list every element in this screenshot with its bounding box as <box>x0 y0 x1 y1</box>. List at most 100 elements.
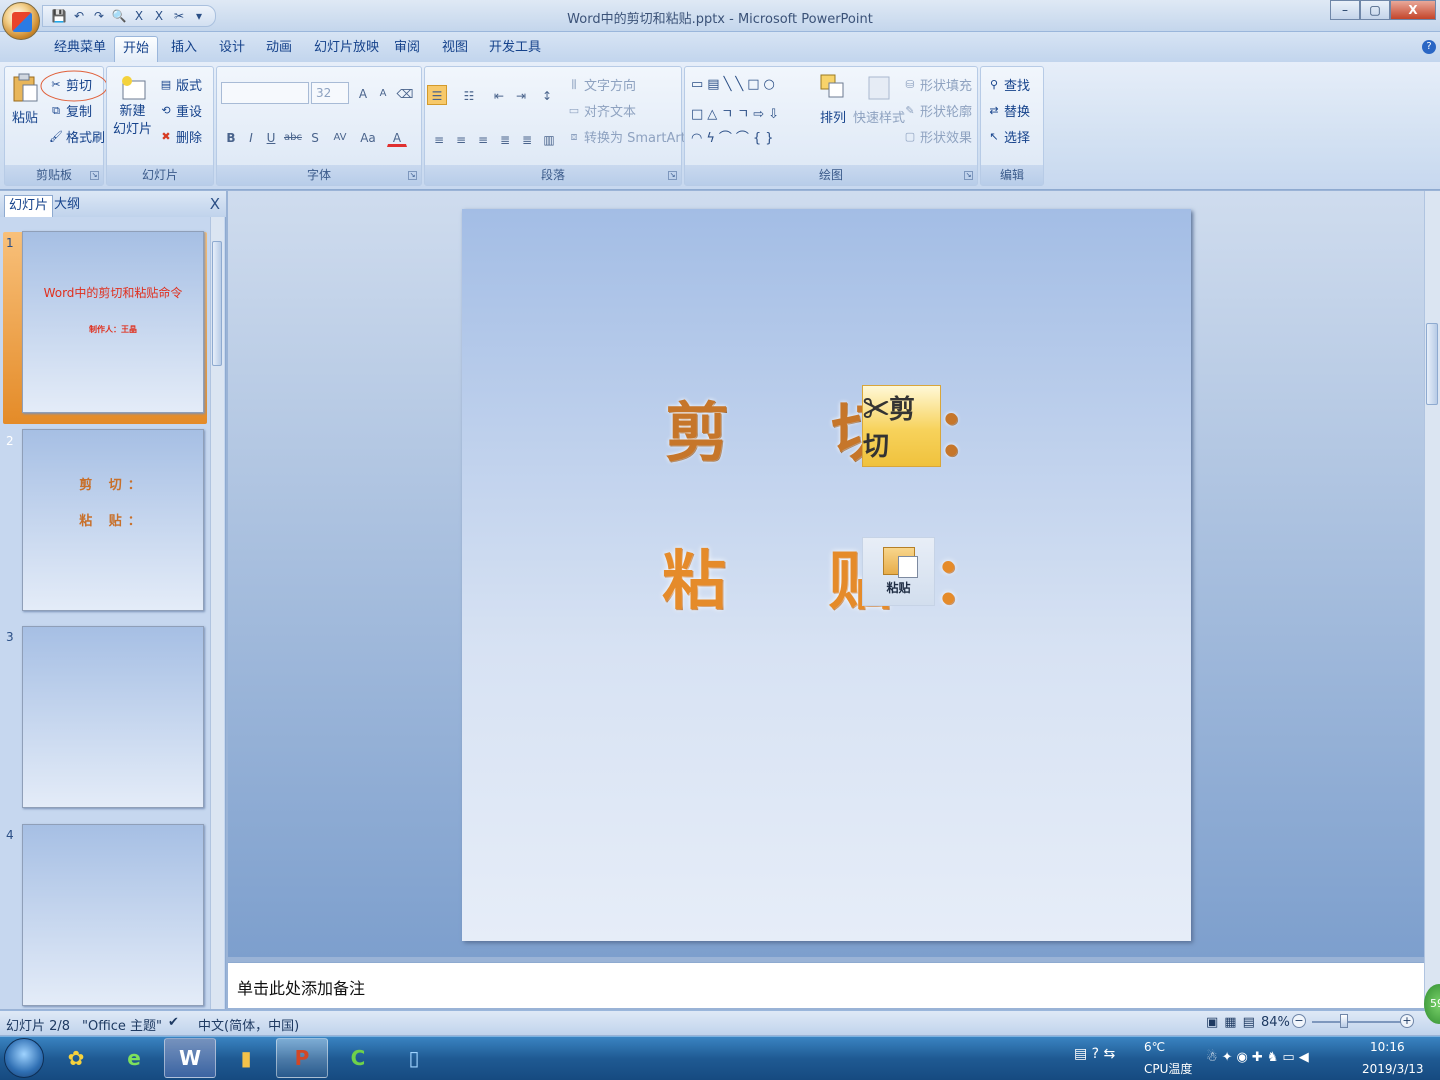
view-buttons-icon[interactable]: ▣▦▤ <box>1206 1015 1261 1030</box>
slide-thumbnail-4[interactable] <box>22 824 204 1006</box>
tab-classic-menu[interactable]: 经典菜单 <box>46 36 114 62</box>
taskbar-phone-icon[interactable]: ▯ <box>388 1038 440 1078</box>
tab-review[interactable]: 审阅 <box>386 36 428 62</box>
smartart-button[interactable]: ⧈ 转换为 SmartArt <box>567 127 686 147</box>
tab-outline[interactable]: 大纲 <box>50 195 84 217</box>
line-spacing-icon[interactable]: ↕ <box>537 85 557 105</box>
find-button[interactable]: ⚲ 查找 <box>987 75 1030 95</box>
shapes-row-2[interactable]: □△ㄱㄱ⇨⇩ <box>691 103 783 122</box>
cut-button-image[interactable]: ✂剪切 <box>862 385 941 467</box>
tab-slideshow[interactable]: 幻灯片放映 <box>306 36 387 62</box>
decrease-indent-icon[interactable]: ⇤ <box>489 85 509 105</box>
notes-pane[interactable]: 单击此处添加备注 <box>228 962 1424 1008</box>
font-color-button[interactable]: A <box>387 127 407 147</box>
shadow-button[interactable]: S <box>305 127 325 147</box>
tab-animation[interactable]: 动画 <box>258 36 300 62</box>
paste-button[interactable]: 粘贴 <box>11 73 39 126</box>
zoom-in-button[interactable]: + <box>1400 1014 1414 1028</box>
italic-button[interactable]: I <box>241 127 261 147</box>
font-launcher-icon[interactable]: ↘ <box>408 171 417 180</box>
clear-format-icon[interactable]: ⌫ <box>395 83 415 103</box>
char-spacing-button[interactable]: AV <box>327 127 353 147</box>
align-right-icon[interactable]: ≡ <box>473 129 493 149</box>
drawing-launcher-icon[interactable]: ↘ <box>964 171 973 180</box>
new-slide-button[interactable]: 新建 幻灯片 <box>113 73 152 139</box>
taskbar-app-1-icon[interactable]: ✿ <box>50 1038 102 1078</box>
tray-icons-right[interactable]: ☃✦◉✚♞▭◀ <box>1206 1050 1313 1065</box>
quick-styles-button[interactable]: 快速样式 <box>853 73 905 126</box>
clock-date[interactable]: 2019/3/13 <box>1362 1062 1424 1076</box>
grow-font-button[interactable]: A <box>353 83 373 103</box>
shape-effects-button[interactable]: ▢ 形状效果 <box>903 127 972 147</box>
slide-cut-label[interactable]: 剪 切： <box>665 382 1039 474</box>
slide-thumbnail-2[interactable]: 剪 切： 粘 贴： <box>22 429 204 611</box>
select-button[interactable]: ↖ 选择 <box>987 127 1030 147</box>
underline-button[interactable]: U <box>261 127 281 147</box>
align-text-button[interactable]: ▭ 对齐文本 <box>567 101 636 121</box>
tab-slides[interactable]: 幻灯片 <box>4 195 54 217</box>
vertical-scrollbar[interactable] <box>1424 191 1440 1011</box>
change-case-button[interactable]: Aa <box>355 127 381 147</box>
layout-button[interactable]: ▤ 版式 <box>159 75 202 95</box>
text-direction-button[interactable]: ⫼ 文字方向 <box>567 75 636 95</box>
office-button[interactable] <box>2 2 40 40</box>
columns-icon[interactable]: ▥ <box>539 129 559 149</box>
shrink-font-button[interactable]: A <box>373 83 393 103</box>
slide-thumbnail-3[interactable] <box>22 626 204 808</box>
close-button[interactable]: X <box>1390 0 1436 20</box>
format-painter-button[interactable]: 🖌 格式刷 <box>49 127 105 147</box>
zoom-slider[interactable] <box>1312 1021 1402 1023</box>
shapes-row-1[interactable]: ▭▤╲╲□○ <box>691 77 779 92</box>
brush-icon: 🖌 <box>49 129 63 143</box>
panel-close-icon[interactable]: X <box>210 195 220 213</box>
align-left-icon[interactable]: ≡ <box>429 129 449 149</box>
slide-thumbnail-1[interactable]: Word中的剪切和粘贴命令 制作人：王晶 <box>22 231 204 413</box>
increase-indent-icon[interactable]: ⇥ <box>511 85 531 105</box>
clock-time[interactable]: 10:16 <box>1370 1040 1405 1054</box>
vertical-scroll-thumb[interactable] <box>1426 323 1438 405</box>
font-group-label: 字体 <box>217 165 421 185</box>
shapes-row-3[interactable]: ◠ϟ⌒⌒{} <box>691 127 777 146</box>
replace-button[interactable]: ⇄ 替换 <box>987 101 1030 121</box>
language-status[interactable]: 中文(简体，中国) <box>198 1015 299 1034</box>
copy-button[interactable]: ⧉ 复制 <box>49 101 92 121</box>
zoom-out-button[interactable]: − <box>1292 1014 1306 1028</box>
tab-view[interactable]: 视图 <box>434 36 476 62</box>
paste-button-image[interactable]: 粘贴 <box>862 537 935 606</box>
tab-insert[interactable]: 插入 <box>163 36 205 62</box>
paragraph-launcher-icon[interactable]: ↘ <box>668 171 677 180</box>
tab-home[interactable]: 开始 <box>114 36 159 62</box>
align-center-icon[interactable]: ≡ <box>451 129 471 149</box>
taskbar-ie-icon[interactable]: e <box>108 1038 160 1078</box>
strikethrough-button[interactable]: abc <box>283 127 303 147</box>
numbering-icon[interactable]: ☷ <box>459 85 479 105</box>
maximize-button[interactable]: ▢ <box>1360 0 1390 20</box>
start-button[interactable] <box>4 1038 44 1078</box>
zoom-level[interactable]: 84% <box>1261 1015 1290 1030</box>
clipboard-launcher-icon[interactable]: ↘ <box>90 171 99 180</box>
shape-outline-button[interactable]: ✎ 形状轮廓 <box>903 101 972 121</box>
arrange-button[interactable]: 排列 <box>819 73 847 126</box>
tray-icons-left[interactable]: ▤ ? ⇆ <box>1074 1046 1115 1062</box>
tab-design[interactable]: 设计 <box>211 36 253 62</box>
reset-button[interactable]: ⟲ 重设 <box>159 101 202 121</box>
spellcheck-icon[interactable]: ✔ <box>168 1015 179 1030</box>
font-size-combo[interactable]: 32 <box>311 82 349 104</box>
bullets-icon[interactable]: ☰ <box>427 85 447 105</box>
shape-fill-button[interactable]: ⛁ 形状填充 <box>903 75 972 95</box>
minimize-button[interactable]: – <box>1330 0 1360 20</box>
tab-developer[interactable]: 开发工具 <box>481 36 549 62</box>
font-name-combo[interactable] <box>221 82 309 104</box>
delete-button[interactable]: ✖ 删除 <box>159 127 202 147</box>
taskbar-camtasia-icon[interactable]: C <box>332 1038 384 1078</box>
zoom-slider-knob[interactable] <box>1340 1014 1348 1028</box>
taskbar-folder-icon[interactable]: ▮ <box>220 1038 272 1078</box>
distribute-icon[interactable]: ≣ <box>517 129 537 149</box>
slide-paste-label[interactable]: 粘 贴： <box>662 530 1036 622</box>
justify-icon[interactable]: ≣ <box>495 129 515 149</box>
taskbar-powerpoint-icon[interactable]: P <box>276 1038 328 1078</box>
bold-button[interactable]: B <box>221 127 241 147</box>
help-icon[interactable]: ? <box>1422 40 1436 54</box>
taskbar-word-icon[interactable]: W <box>164 1038 216 1078</box>
panel-scroll-thumb[interactable] <box>212 241 222 366</box>
